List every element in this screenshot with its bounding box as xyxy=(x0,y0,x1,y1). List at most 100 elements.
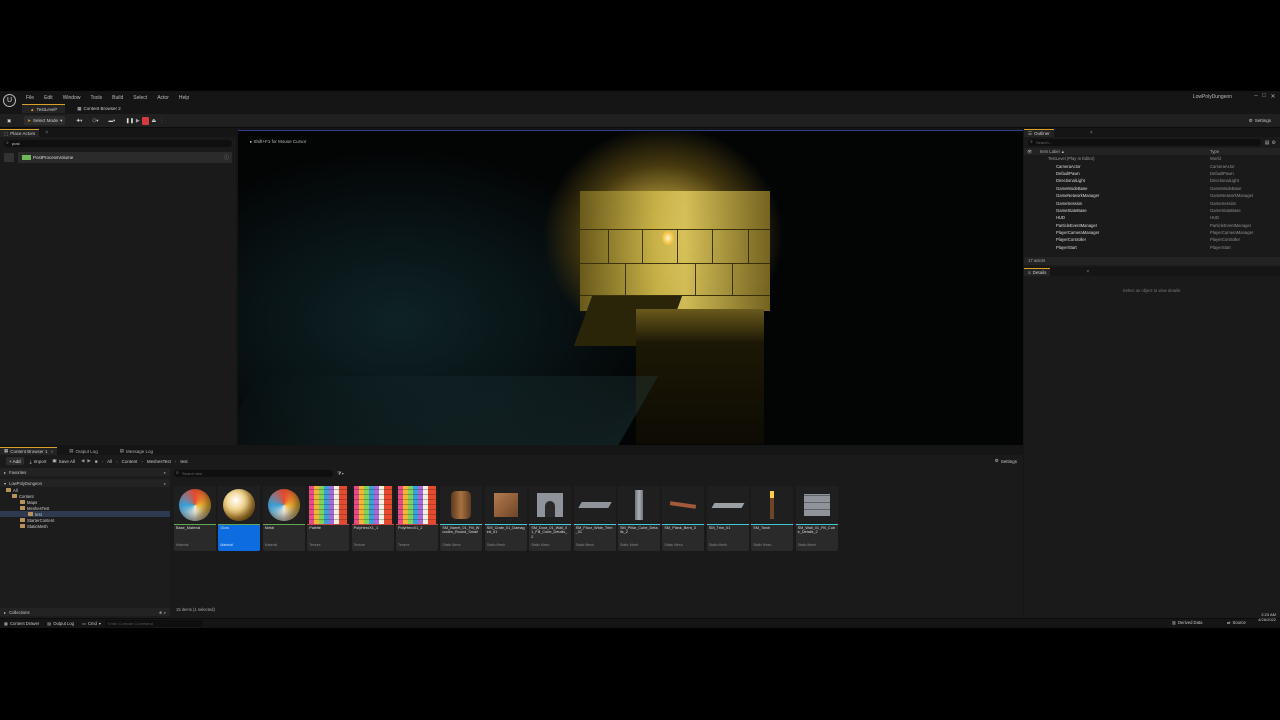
asset-type: Texture xyxy=(309,543,321,547)
menu-window[interactable]: Window xyxy=(63,95,81,101)
asset-tile[interactable]: Glow Material xyxy=(218,486,261,551)
menu-edit[interactable]: Edit xyxy=(44,95,53,101)
outliner-row[interactable]: GameModeBase GameModeBase xyxy=(1024,185,1280,192)
asset-tile[interactable]: SM_Barrel_01_Fill_Wooden_Round_Small Sta… xyxy=(440,486,483,551)
tree-staticmesh[interactable]: StaticMesh xyxy=(0,523,170,529)
add-collection-icon[interactable]: ⊕ ⌕ xyxy=(159,610,166,615)
asset-tile[interactable]: SM_Crate_01_Damaged_01 Static Mesh xyxy=(484,486,527,551)
outliner-root-row[interactable]: TestLevel (Play In Editor) World xyxy=(1024,155,1280,162)
postprocess-volume-item[interactable]: PostProcessVolume ⓘ xyxy=(18,151,232,163)
menu-build[interactable]: Build xyxy=(112,95,123,101)
gear-icon[interactable]: ⚙ xyxy=(1272,140,1276,146)
asset-tile[interactable]: SM_Pillar_Cube_Details_2 Static Mesh xyxy=(618,486,660,551)
search-icon[interactable]: ⌕ xyxy=(164,470,166,475)
all-classes-icon[interactable] xyxy=(4,152,14,162)
asset-tile[interactable]: SM_Trim_01 Static Mesh xyxy=(706,486,749,551)
tab-content-browser-1[interactable]: ▦ Content Browser 1 × xyxy=(0,446,58,455)
asset-tile[interactable]: SM_Plank_Bent_3 Static Mesh xyxy=(662,486,705,551)
breadcrumb-test[interactable]: test xyxy=(180,459,187,464)
outliner-row[interactable]: PlayerCameraManager PlayerCameraManager xyxy=(1024,229,1280,236)
close-tab-icon[interactable]: × xyxy=(1090,130,1093,136)
pause-button[interactable]: ❚❚ xyxy=(126,117,134,125)
asset-search-input[interactable]: ⌕ Search test xyxy=(174,470,334,477)
outliner-row[interactable]: PlayerController PlayerController xyxy=(1024,236,1280,243)
search-icon[interactable]: ⌕ xyxy=(164,481,166,486)
project-header[interactable]: ▾ LowPolyDungeon ⌕ xyxy=(0,479,170,487)
menu-select[interactable]: Select xyxy=(133,95,147,101)
asset-tile[interactable]: SM_Door_01_Wall_01_Fill_Cube_Details_2 S… xyxy=(529,486,572,551)
add-button[interactable]: + Add xyxy=(6,457,24,465)
outliner-row[interactable]: GameStateBase GameStateBase xyxy=(1024,207,1280,214)
asset-type: Static Mesh xyxy=(620,543,639,547)
blueprint-icon[interactable]: ⎔▾ xyxy=(89,116,101,125)
select-mode-dropdown[interactable]: ➤ Select Mode ▾ xyxy=(24,116,66,125)
close-tab-icon[interactable]: × xyxy=(45,130,48,136)
close-window-button[interactable]: ✕ xyxy=(1268,93,1278,101)
tab-message-log[interactable]: ▤ Message Log xyxy=(116,447,157,455)
menu-tools[interactable]: Tools xyxy=(90,95,102,101)
derived-data-button[interactable]: ▥ Derived Data xyxy=(1172,620,1202,625)
cinematics-icon[interactable]: ▬▾ xyxy=(106,116,119,125)
close-tab-icon[interactable]: × xyxy=(1086,269,1089,275)
breadcrumb-meshestest[interactable]: MeshesTest xyxy=(147,459,171,464)
tab-output-log[interactable]: ▤ Output Log xyxy=(65,447,102,455)
more-options-icon[interactable]: ⋮ xyxy=(158,117,165,125)
outliner-row[interactable]: ParticleEventManager ParticleEventManager xyxy=(1024,222,1280,229)
favorites-header[interactable]: ▸ Favorites ⌕ xyxy=(0,468,170,476)
tab-details[interactable]: ≡ Details xyxy=(1024,268,1051,276)
asset-tile[interactable]: Base_Material Material xyxy=(174,486,216,551)
save-icon[interactable]: ▣ xyxy=(4,116,14,125)
unreal-logo-icon[interactable]: U xyxy=(3,94,16,107)
add-actor-icon[interactable]: ✚▾ xyxy=(73,116,85,125)
close-tab-icon[interactable]: × xyxy=(51,449,54,454)
asset-tile[interactable]: SM_Floor_Wide_Trim_01 Static Mesh xyxy=(573,486,616,551)
tab-outliner[interactable]: ☰ Outliner xyxy=(1024,129,1054,137)
cmd-dropdown[interactable]: ▭ Cmd ▾ xyxy=(82,621,101,626)
level-viewport[interactable]: ▸ Shift+F1 for Mouse Cursor xyxy=(238,130,1023,445)
log-icon: ▤ xyxy=(47,621,52,626)
asset-tile[interactable]: Metal Material xyxy=(262,486,305,551)
eject-button[interactable]: ⏏ xyxy=(150,117,157,125)
filter-icon[interactable]: ⧩▾ xyxy=(337,471,344,477)
step-button[interactable]: ▶ xyxy=(134,117,141,125)
outliner-row[interactable]: GameNetworkManager GameNetworkManager xyxy=(1024,192,1280,199)
outliner-row[interactable]: DefaultPawn DefaultPawn xyxy=(1024,170,1280,177)
asset-tile[interactable]: PolyHeroX1_2 Texture xyxy=(396,486,438,551)
history-back-icon[interactable]: ◀ xyxy=(81,458,84,464)
breadcrumb-all[interactable]: All xyxy=(107,459,112,464)
asset-tile[interactable]: SM_Wall_01_Fill_Cube_Details_2 Static Me… xyxy=(795,486,838,551)
menu-actor[interactable]: Actor xyxy=(157,95,169,101)
outliner-search-input[interactable]: ⌕ Search... xyxy=(1028,139,1261,146)
outliner-row[interactable]: DirectionalLight DirectionalLight xyxy=(1024,177,1280,184)
tab-test-level[interactable]: ▲ TestLevel* xyxy=(22,104,66,113)
asset-tile[interactable]: Palette Texture xyxy=(307,486,350,551)
import-button[interactable]: ⤓ Import xyxy=(30,459,47,464)
outliner-row[interactable]: CameraActor CameraActor xyxy=(1024,162,1280,169)
filter-icon[interactable]: ▤ xyxy=(1265,140,1270,146)
outliner-row[interactable]: PlayerStart PlayerStart xyxy=(1024,244,1280,251)
outliner-row[interactable]: HUD HUD xyxy=(1024,214,1280,221)
type-header[interactable]: Type xyxy=(1210,149,1219,154)
stop-button[interactable]: ■ xyxy=(142,116,150,125)
item-label-header[interactable]: Item Label ▲ xyxy=(1040,149,1210,154)
content-drawer-button[interactable]: ▦ Content Drawer xyxy=(4,621,39,626)
menu-help[interactable]: Help xyxy=(179,95,189,101)
output-log-button[interactable]: ▤ Output Log xyxy=(47,621,74,626)
tab-place-actors[interactable]: ⬚ Place Actors xyxy=(0,129,40,137)
console-input[interactable]: Enter Console Command xyxy=(104,620,203,627)
save-all-button[interactable]: ▣ Save All xyxy=(52,458,75,464)
outliner-row[interactable]: GameSession GameSession xyxy=(1024,199,1280,206)
tab-content-browser-2[interactable]: ▦ Content Browser 2 xyxy=(69,104,129,113)
asset-tile[interactable]: SM_Torch Static Mesh xyxy=(751,486,794,551)
asset-thumbnail xyxy=(751,486,794,524)
source-control-button[interactable]: ⇄ Source xyxy=(1227,620,1246,625)
collections-header[interactable]: ▸ Collections ⊕ ⌕ xyxy=(0,608,170,616)
info-icon[interactable]: ⓘ xyxy=(224,154,229,161)
cb-settings-button[interactable]: ⚙ Settings xyxy=(995,458,1017,464)
settings-button[interactable]: ⚙ Settings xyxy=(1246,116,1274,125)
place-actors-search-input[interactable]: ⌕ post xyxy=(4,140,232,147)
menu-file[interactable]: File xyxy=(26,95,34,101)
history-forward-icon[interactable]: ▶ xyxy=(87,458,90,464)
breadcrumb-content[interactable]: Content xyxy=(122,459,138,464)
asset-tile[interactable]: PolyHeroX1_1 Texture xyxy=(351,486,394,551)
